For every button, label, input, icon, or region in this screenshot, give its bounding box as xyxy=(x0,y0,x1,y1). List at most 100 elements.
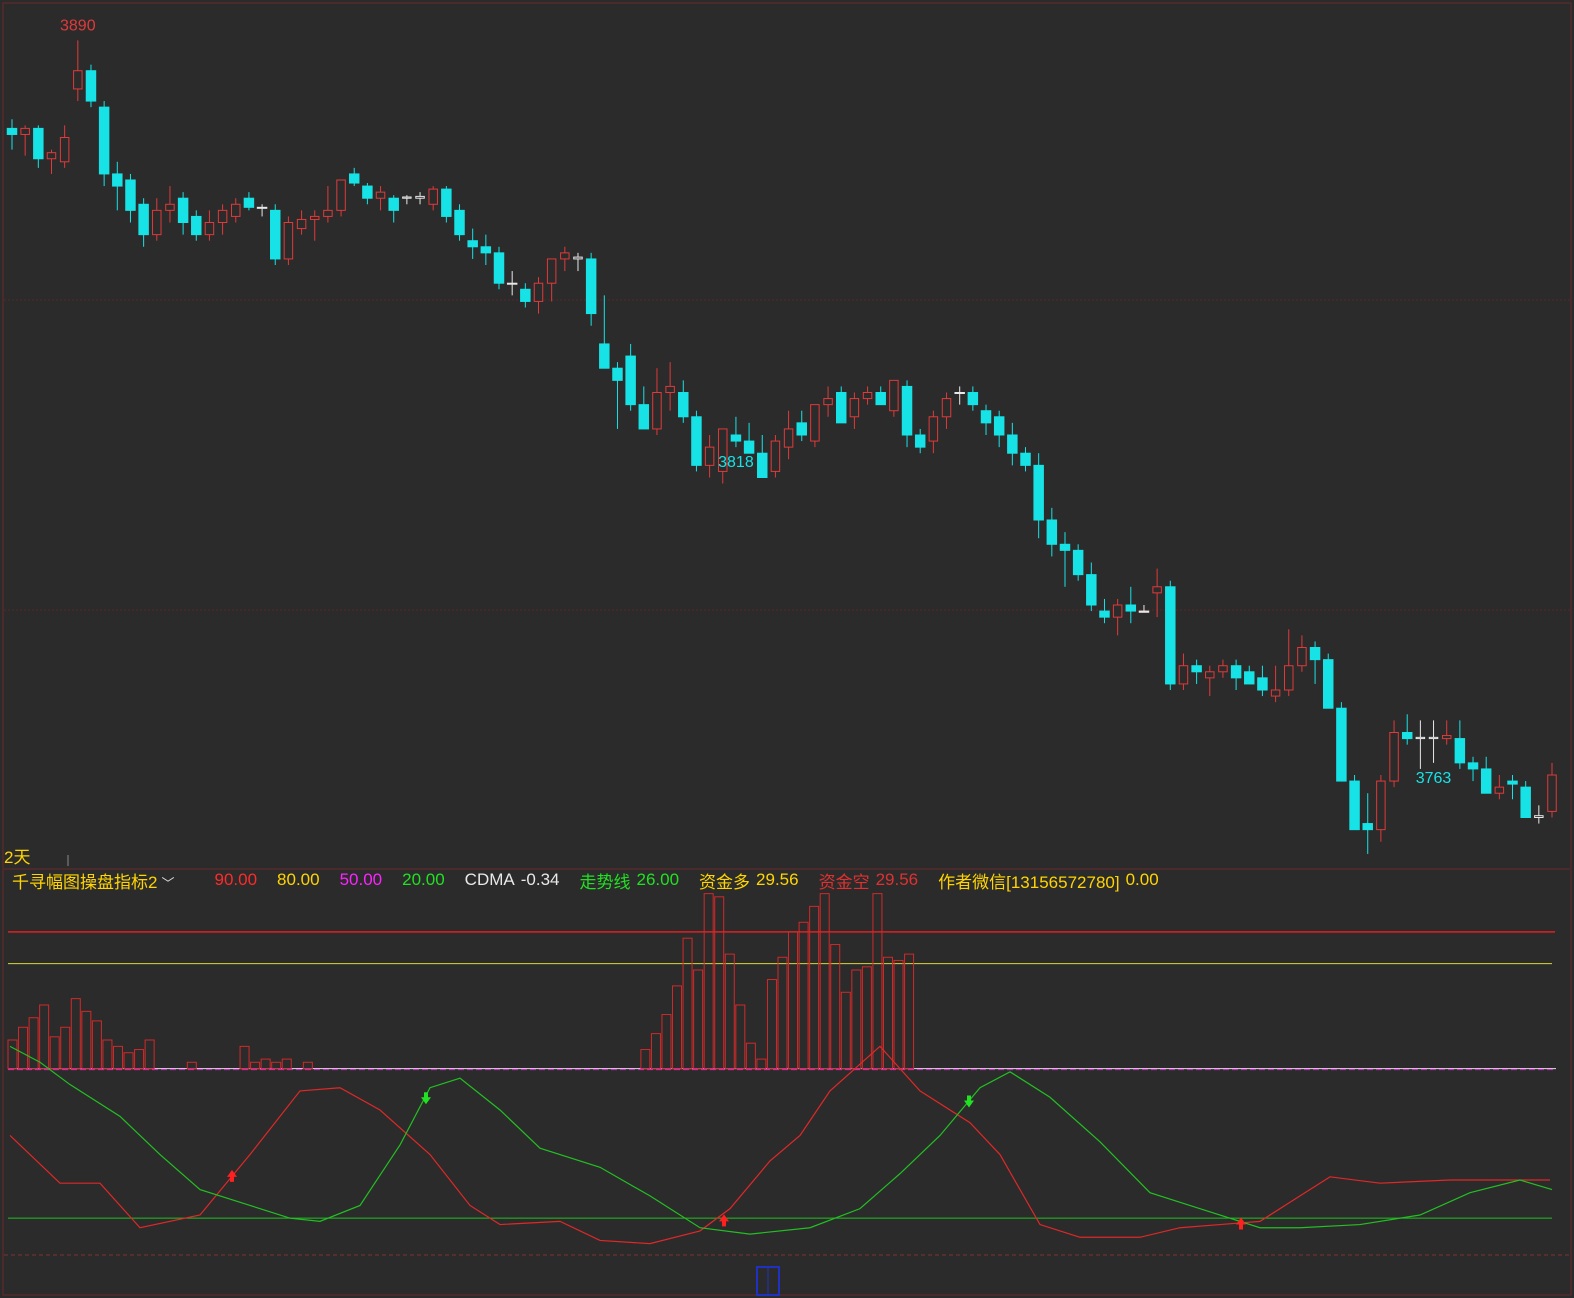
indicator-name-text[interactable]: 千寻幅图操盘指标2 xyxy=(12,873,157,892)
candle-body xyxy=(1112,604,1123,618)
candle-body xyxy=(231,203,241,217)
fund-bar xyxy=(693,969,704,1070)
candle-body xyxy=(652,392,662,430)
fund-bar xyxy=(861,966,872,1070)
fund-bar xyxy=(144,1039,155,1070)
fund-bar xyxy=(186,1061,197,1070)
fund-bar xyxy=(60,1026,71,1070)
fund-bar xyxy=(904,953,915,1070)
fund-bar xyxy=(260,1058,271,1070)
candle-body xyxy=(309,215,320,220)
candle-body xyxy=(1178,665,1189,685)
candle-body xyxy=(823,398,833,406)
fund-bar xyxy=(239,1045,250,1070)
candle-body xyxy=(954,392,965,394)
fund-bar xyxy=(81,1010,92,1070)
candle-body xyxy=(1534,815,1544,819)
candle-body xyxy=(928,416,939,442)
candle-body xyxy=(993,416,1005,436)
candle-body xyxy=(1336,707,1347,782)
candle-body xyxy=(1007,434,1018,454)
fund-bar xyxy=(714,896,725,1070)
candle-body xyxy=(138,203,149,236)
candle-body xyxy=(743,440,755,454)
candle-body xyxy=(691,416,702,466)
candle-body xyxy=(585,258,597,315)
fund-bar xyxy=(271,1061,282,1070)
fund-bar xyxy=(49,1036,60,1070)
candle-body xyxy=(730,434,742,442)
candle-body xyxy=(85,70,97,102)
candle-body xyxy=(204,222,215,236)
indicator-name[interactable]: 千寻幅图操盘指标2 ﹀ xyxy=(12,868,194,893)
candle-body xyxy=(1428,736,1439,740)
candle-body xyxy=(1401,732,1413,740)
chevron-down-icon[interactable]: ﹀ xyxy=(161,873,174,892)
candle-body xyxy=(665,385,675,393)
candle-body xyxy=(441,188,452,217)
fund-bar xyxy=(7,1039,18,1070)
level-80: 80.00 xyxy=(277,870,320,889)
candle-body xyxy=(375,191,386,199)
candle-body xyxy=(1547,774,1557,812)
candle-body xyxy=(1441,735,1452,740)
fund-bar xyxy=(302,1061,313,1070)
fund-bar xyxy=(703,893,714,1070)
candle-body xyxy=(112,173,123,187)
trend-label: 走势线 xyxy=(579,872,631,892)
candle-body xyxy=(217,209,228,224)
candle-body xyxy=(1033,464,1044,521)
candle-body xyxy=(1244,671,1255,685)
candle-body xyxy=(560,252,570,260)
candle-body xyxy=(1323,659,1334,709)
candle-body xyxy=(1152,586,1162,594)
candle-body xyxy=(901,385,913,436)
fund-bar xyxy=(281,1058,292,1070)
price-annotation: 3818 xyxy=(718,454,754,471)
candle-body xyxy=(20,127,30,135)
candle-body xyxy=(191,215,202,236)
fund-bar xyxy=(134,1049,145,1070)
candle-body xyxy=(125,179,136,211)
candle-body xyxy=(1284,665,1294,691)
candle-body xyxy=(1138,610,1150,613)
fund-bar xyxy=(788,931,799,1070)
candle-body xyxy=(980,410,992,424)
fund-bar xyxy=(777,956,788,1070)
candle-body xyxy=(520,288,531,302)
candle-body xyxy=(1099,610,1110,618)
candle-body xyxy=(46,152,57,160)
period-label[interactable]: 2天 xyxy=(4,843,30,868)
candle-body xyxy=(1165,586,1176,685)
fund-short-line xyxy=(9,1045,1550,1245)
candle-body xyxy=(1270,689,1281,697)
candle-body xyxy=(757,452,768,479)
candle-body xyxy=(573,256,583,260)
candle-body xyxy=(428,188,438,205)
candle-body xyxy=(270,209,281,260)
fund-bar xyxy=(112,1045,123,1070)
candle-body xyxy=(165,203,175,211)
candle-body xyxy=(1389,732,1399,782)
fund-bar xyxy=(798,921,809,1070)
candle-body xyxy=(348,173,360,184)
candle-body xyxy=(704,446,715,466)
candle-body xyxy=(388,197,399,211)
author-label: 作者微信[13156572780] xyxy=(938,872,1120,892)
author-value: 0.00 xyxy=(1125,870,1159,889)
candle-body xyxy=(1454,738,1466,764)
fund-bar xyxy=(123,1052,134,1070)
trend-line xyxy=(9,1045,1553,1235)
candle-body xyxy=(402,196,412,199)
candle-body xyxy=(1415,736,1426,740)
candle-body xyxy=(533,282,544,302)
fund-bar xyxy=(250,1061,261,1070)
candle-body xyxy=(1257,677,1268,691)
fund-bar xyxy=(819,893,830,1070)
candle-body xyxy=(1230,665,1242,679)
candle-body xyxy=(283,222,294,260)
price-annotation: 3763 xyxy=(1416,770,1452,787)
cdma-label: CDMA xyxy=(464,870,515,889)
fund-bar xyxy=(661,1014,672,1070)
candle-body xyxy=(889,379,899,412)
